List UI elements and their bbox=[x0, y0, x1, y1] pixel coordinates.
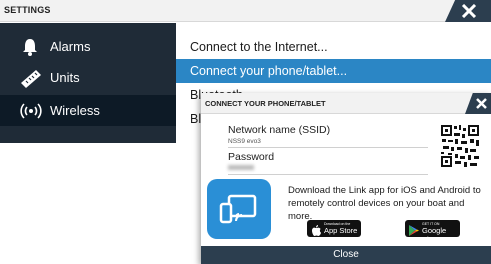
app-download-text: Download the Link app for iOS and Androi… bbox=[288, 185, 481, 222]
app-store-label: App Store bbox=[324, 226, 358, 235]
sidebar-item-alarms[interactable]: Alarms bbox=[0, 31, 176, 62]
sidebar-item-label: Alarms bbox=[50, 39, 91, 54]
option-connect-internet[interactable]: Connect to the Internet... bbox=[176, 35, 491, 59]
password-value-blurred bbox=[228, 165, 254, 170]
link-app-icon bbox=[207, 179, 271, 239]
settings-sidebar: Alarms Units Wireless bbox=[0, 23, 176, 143]
password-label: Password bbox=[228, 151, 275, 163]
app-store-button[interactable]: Download on the App Store bbox=[307, 220, 361, 237]
dialog-close-button[interactable] bbox=[465, 93, 491, 114]
apple-icon bbox=[312, 223, 321, 241]
dialog-title: CONNECT YOUR PHONE/TABLET bbox=[205, 99, 326, 108]
option-connect-phone[interactable]: Connect your phone/tablet... bbox=[176, 59, 491, 83]
divider bbox=[228, 174, 428, 175]
sidebar-item-label: Units bbox=[50, 70, 80, 85]
divider bbox=[228, 147, 428, 148]
network-name-label: Network name (SSID) bbox=[228, 124, 331, 136]
sidebar-item-wireless[interactable]: Wireless bbox=[0, 95, 176, 126]
bell-icon bbox=[20, 37, 40, 57]
connect-phone-dialog: CONNECT YOUR PHONE/TABLET Network name (… bbox=[201, 93, 491, 264]
sidebar-item-units[interactable]: Units bbox=[0, 62, 176, 93]
network-name-value: NSS9 evo3 bbox=[228, 138, 261, 145]
dialog-close-bar-button[interactable]: Close bbox=[201, 246, 491, 264]
google-play-icon bbox=[409, 223, 419, 241]
wireless-icon bbox=[20, 101, 42, 121]
google-play-button[interactable]: GET IT ON Google Play bbox=[405, 220, 460, 244]
settings-close-button[interactable] bbox=[445, 0, 491, 22]
google-play-label: Google Play bbox=[422, 226, 447, 244]
sidebar-item-label: Wireless bbox=[50, 103, 100, 118]
settings-title: SETTINGS bbox=[4, 5, 51, 15]
close-icon bbox=[476, 98, 487, 109]
qr-code bbox=[439, 123, 481, 169]
close-icon bbox=[461, 4, 477, 18]
ruler-icon bbox=[20, 68, 41, 88]
settings-header: SETTINGS bbox=[0, 0, 491, 22]
dialog-header: CONNECT YOUR PHONE/TABLET bbox=[201, 93, 491, 114]
